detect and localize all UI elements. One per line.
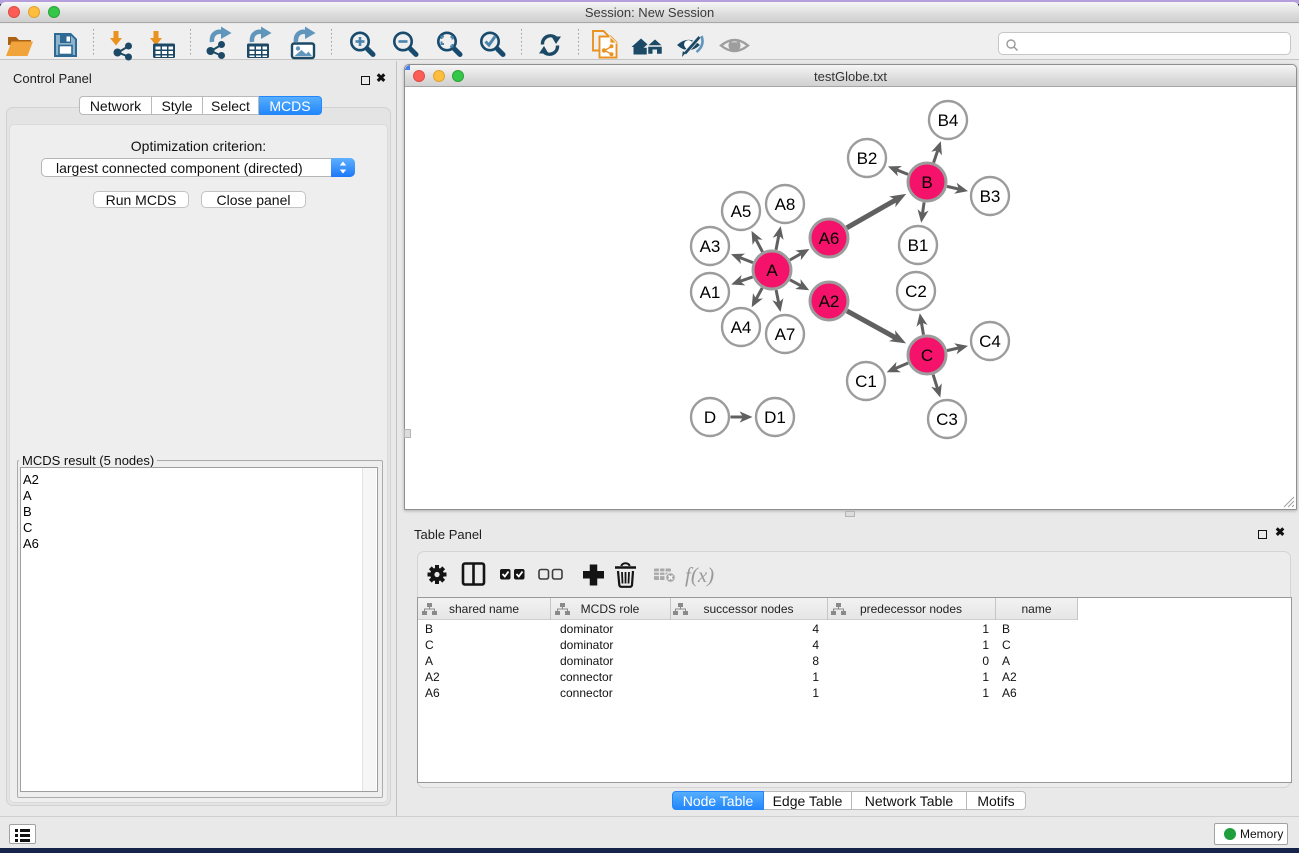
svg-text:C2: C2 — [905, 282, 927, 301]
svg-text:A: A — [766, 261, 778, 280]
svg-text:A3: A3 — [700, 237, 721, 256]
svg-text:A4: A4 — [731, 318, 752, 337]
svg-text:B4: B4 — [938, 111, 959, 130]
svg-text:C1: C1 — [855, 372, 877, 391]
svg-text:A8: A8 — [775, 195, 796, 214]
svg-text:A6: A6 — [819, 229, 840, 248]
svg-text:C3: C3 — [936, 410, 958, 429]
svg-text:B1: B1 — [908, 236, 929, 255]
svg-text:D: D — [704, 408, 716, 427]
svg-text:B3: B3 — [980, 187, 1001, 206]
svg-text:C: C — [921, 346, 933, 365]
svg-text:C4: C4 — [979, 332, 1001, 351]
svg-text:A1: A1 — [700, 283, 721, 302]
svg-text:A5: A5 — [731, 202, 752, 221]
svg-text:A7: A7 — [775, 325, 796, 344]
svg-text:f(x): f(x) — [685, 563, 714, 587]
svg-text:B: B — [921, 173, 932, 192]
svg-text:D1: D1 — [764, 408, 786, 427]
svg-text:A2: A2 — [819, 292, 840, 311]
svg-text:B2: B2 — [857, 149, 878, 168]
